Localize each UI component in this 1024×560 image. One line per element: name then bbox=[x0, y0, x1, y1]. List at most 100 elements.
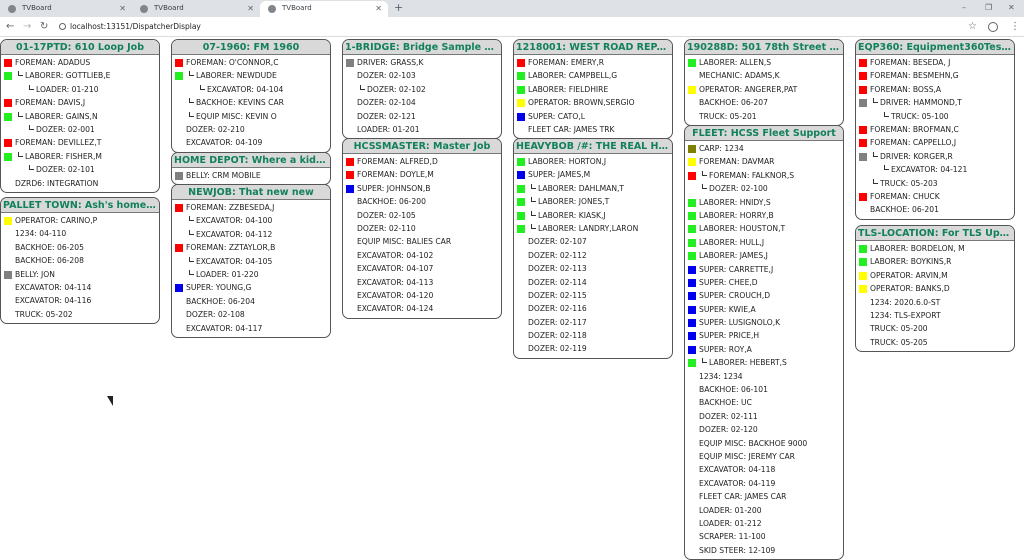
close-tab-icon[interactable]: ✕ bbox=[375, 1, 382, 16]
info-icon[interactable] bbox=[59, 23, 66, 30]
resource-row: BACKHOE: 06-205 bbox=[1, 241, 159, 254]
resource-label: LOADER: 01-200 bbox=[699, 505, 762, 515]
back-button[interactable]: ← bbox=[6, 19, 14, 34]
resource-row: LABORER: HEBERT,S bbox=[685, 356, 843, 369]
resource-label: BACKHOE: KEVINS CAR bbox=[196, 98, 284, 108]
job-card-body: BELLY: CRM MOBILE bbox=[172, 168, 330, 184]
status-square-icon bbox=[175, 204, 183, 212]
status-square-icon bbox=[346, 184, 354, 193]
status-square-icon bbox=[517, 224, 525, 233]
resource-label: LABORER: GOTTLIEB,E bbox=[25, 71, 111, 81]
tree-connector-icon bbox=[29, 84, 34, 90]
resource-row: LOADER: 01-220 bbox=[172, 268, 330, 281]
resource-label: DOZER: 02-105 bbox=[357, 210, 416, 220]
browser-tab[interactable]: TVBoard ✕ bbox=[132, 1, 260, 17]
resource-row: DOZER: 02-114 bbox=[514, 276, 672, 289]
resource-label: LOADER: 01-210 bbox=[36, 84, 99, 94]
resource-row: TRUCK: 05-100 bbox=[856, 110, 1014, 123]
resource-label: BACKHOE: 06-205 bbox=[15, 242, 84, 252]
resource-label: LABORER: DAHLMAN,T bbox=[538, 183, 625, 193]
resource-row: BELLY: CRM MOBILE bbox=[172, 169, 330, 182]
maximize-button[interactable]: ❐ bbox=[985, 0, 992, 15]
minimize-button[interactable]: – bbox=[962, 0, 966, 15]
resource-label: DOZER: 02-102 bbox=[367, 84, 426, 94]
resource-row: BELLY: JON bbox=[1, 268, 159, 281]
resource-row: LOADER: 01-201 bbox=[343, 123, 501, 136]
job-card-body: FOREMAN: ALFRED,D FOREMAN: DOYLE,M SUPER: … bbox=[343, 154, 501, 318]
resource-row: OPERATOR: ARVIN,M bbox=[856, 269, 1014, 282]
menu-icon[interactable]: ⋮ bbox=[1010, 19, 1020, 34]
resource-row: EQUIP MISC: BALIES CAR bbox=[343, 235, 501, 248]
tree-connector-icon bbox=[873, 98, 878, 104]
resource-row: SUPER: KWIE,A bbox=[685, 303, 843, 316]
tree-connector-icon bbox=[200, 84, 205, 90]
close-window-button[interactable]: ✕ bbox=[1008, 0, 1015, 15]
resource-row: TRUCK: 05-202 bbox=[1, 308, 159, 321]
resource-row: DOZER: 02-120 bbox=[685, 423, 843, 436]
tree-connector-icon bbox=[18, 71, 23, 77]
resource-row: BACKHOE: UC bbox=[685, 396, 843, 409]
resource-label: EXCAVATOR: 04-118 bbox=[699, 465, 776, 475]
resource-row: FOREMAN: ADADUS bbox=[1, 56, 159, 69]
job-card: 1-BRIDGE: Bridge Sample EstimateDRIVER: … bbox=[342, 39, 502, 140]
resource-row: DZRD6: INTEGRATION bbox=[1, 177, 159, 190]
resource-row: FOREMAN: DOYLE,M bbox=[343, 168, 501, 181]
status-square-icon bbox=[859, 192, 867, 201]
resource-row: DOZER: 02-210 bbox=[172, 123, 330, 136]
resource-label: DRIVER: KORGER,R bbox=[880, 151, 953, 161]
bookmark-star-icon[interactable]: ☆ bbox=[968, 19, 977, 34]
resource-label: FOREMAN: ALFRED,D bbox=[357, 157, 438, 166]
tab-label: TVBoard bbox=[22, 4, 52, 12]
resource-label: EXCAVATOR: 04-116 bbox=[15, 296, 92, 306]
job-card-body: FOREMAN: EMERY,R LABORER: CAMPBELL,G LABOR… bbox=[514, 55, 672, 138]
job-card: FLEET: HCSS Fleet Support CARP: 1234 FOREM… bbox=[684, 125, 844, 560]
job-card-title: 07-1960: FM 1960 bbox=[172, 40, 330, 55]
forward-button[interactable]: → bbox=[23, 19, 31, 34]
resource-row: LABORER: JONES,T bbox=[514, 195, 672, 208]
status-square-icon bbox=[517, 85, 525, 94]
globe-icon bbox=[268, 5, 276, 13]
resource-row: DOZER: 02-121 bbox=[343, 110, 501, 123]
resource-label: EXCAVATOR: 04-113 bbox=[357, 277, 434, 287]
browser-tab-active[interactable]: TVBoard ✕ bbox=[260, 1, 388, 17]
resource-label: EXCAVATOR: 04-107 bbox=[357, 264, 434, 274]
reload-button[interactable]: ↻ bbox=[40, 19, 48, 34]
resource-label: MECHANIC: ADAMS,K bbox=[699, 71, 780, 81]
resource-row: LABORER: HULL,J bbox=[685, 236, 843, 249]
new-tab-button[interactable]: + bbox=[394, 0, 403, 16]
resource-row: DOZER: 02-103 bbox=[343, 69, 501, 82]
resource-label: FOREMAN: BESMEHN,G bbox=[870, 71, 959, 81]
resource-label: DOZER: 02-101 bbox=[36, 165, 95, 175]
job-card: HCSSMASTER: Master Job FOREMAN: ALFRED,D F… bbox=[342, 138, 502, 319]
resource-label: EXCAVATOR: 04-100 bbox=[196, 216, 273, 226]
resource-label: FOREMAN: BROFMAN,C bbox=[870, 124, 959, 134]
browser-tab[interactable]: TVBoard ✕ bbox=[0, 1, 132, 17]
resource-label: EXCAVATOR: 04-105 bbox=[196, 256, 273, 266]
profile-avatar-icon[interactable] bbox=[988, 22, 998, 32]
resource-label: LABORER: BORDELON, M bbox=[870, 244, 965, 253]
job-card-title: PALLET TOWN: Ash's hometown bbox=[1, 198, 159, 213]
tree-connector-icon bbox=[360, 84, 365, 90]
resource-row: BACKHOE: 06-208 bbox=[1, 254, 159, 267]
resource-row: FOREMAN: BOSS,A bbox=[856, 83, 1014, 96]
close-tab-icon[interactable]: ✕ bbox=[247, 1, 254, 16]
resource-label: FOREMAN: DAVMAR bbox=[699, 157, 775, 167]
resource-row: EQUIP MISC: BACKHOE 9000 bbox=[685, 437, 843, 450]
resource-row: DOZER: 02-117 bbox=[514, 316, 672, 329]
tab-strip: TVBoard ✕ TVBoard ✕ TVBoard ✕ + – ❐ ✕ bbox=[0, 0, 1024, 17]
resource-row: 1234: 04-110 bbox=[1, 227, 159, 240]
close-tab-icon[interactable]: ✕ bbox=[119, 1, 126, 16]
resource-label: SUPER: PRICE,H bbox=[699, 331, 760, 341]
resource-label: DOZER: 02-001 bbox=[36, 124, 95, 134]
address-bar[interactable]: localhost:13151/DispatcherDisplay bbox=[58, 19, 988, 35]
resource-label: DOZER: 02-113 bbox=[528, 264, 587, 274]
resource-row: EXCAVATOR: 04-116 bbox=[1, 294, 159, 307]
job-card: PALLET TOWN: Ash's hometown OPERATOR: CAR… bbox=[0, 197, 160, 325]
tree-connector-icon bbox=[531, 197, 536, 203]
status-square-icon bbox=[859, 85, 867, 94]
status-square-icon bbox=[859, 152, 867, 161]
job-card-title: FLEET: HCSS Fleet Support bbox=[685, 126, 843, 141]
resource-row: EXCAVATOR: 04-120 bbox=[343, 289, 501, 302]
resource-label: 1234: 04-110 bbox=[15, 229, 67, 239]
resource-label: TRUCK: 05-202 bbox=[15, 309, 73, 319]
